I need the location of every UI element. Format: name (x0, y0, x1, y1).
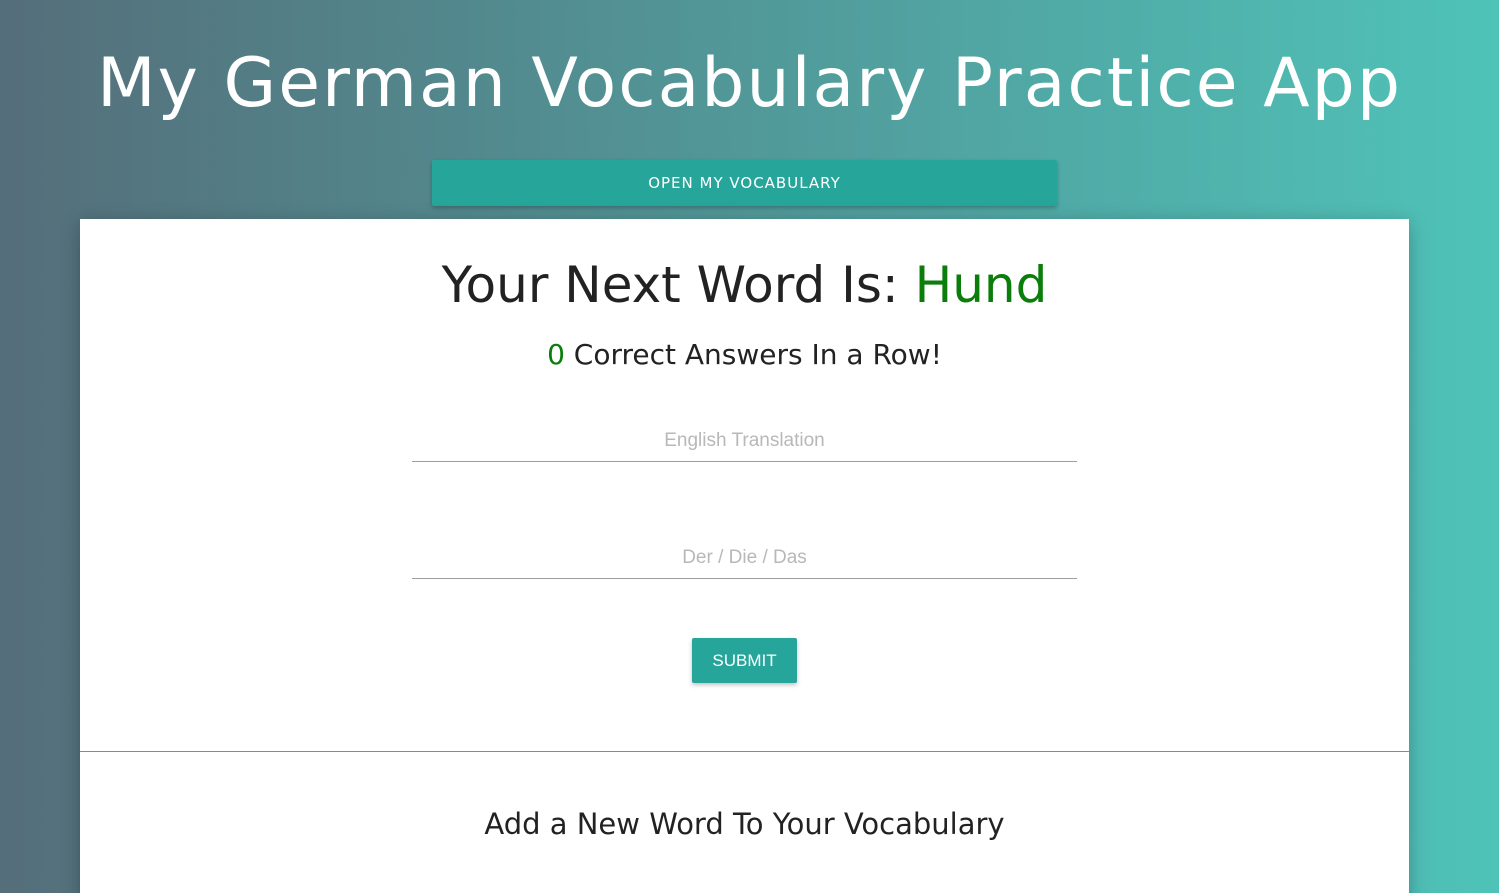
current-word: Hund (914, 256, 1048, 314)
streak-count: 0 (547, 338, 565, 371)
practice-card: Your Next Word Is: Hund 0 Correct Answer… (80, 219, 1409, 893)
english-translation-input[interactable] (412, 421, 1077, 462)
open-vocabulary-button[interactable]: OPEN MY VOCABULARY (432, 160, 1057, 206)
submit-button[interactable]: SUBMIT (692, 638, 797, 683)
next-word-prefix: Your Next Word Is: (441, 256, 899, 314)
add-word-heading: Add a New Word To Your Vocabulary (484, 807, 1005, 841)
app-title: My German Vocabulary Practice App (96, 44, 1403, 123)
streak-counter: 0 Correct Answers In a Row! (80, 335, 1409, 375)
next-word-heading: Your Next Word Is: Hund (80, 253, 1409, 317)
section-divider (80, 751, 1409, 752)
article-input[interactable] (412, 538, 1077, 579)
streak-label: Correct Answers In a Row! (573, 338, 942, 371)
